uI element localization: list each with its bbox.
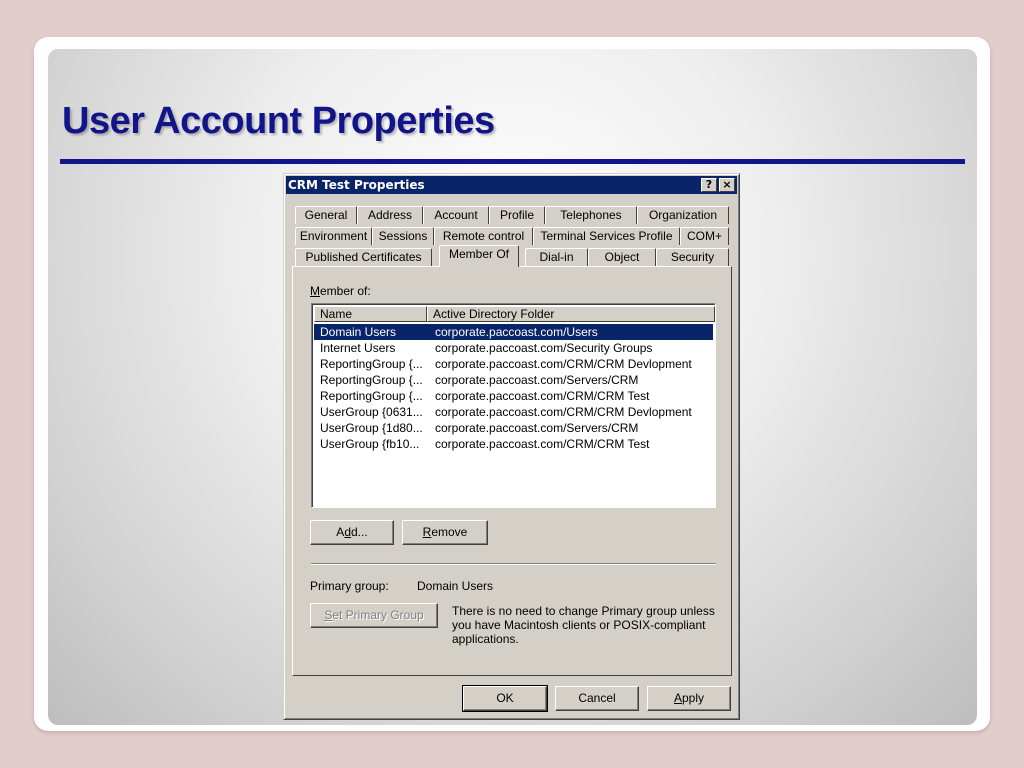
primary-group-note: There is no need to change Primary group… [452, 604, 715, 646]
group-folder: corporate.paccoast.com/CRM/CRM Devlopmen… [435, 405, 692, 419]
tab-dial-in[interactable]: Dial-in [525, 248, 588, 266]
group-name: UserGroup {0631... [320, 405, 423, 419]
list-row[interactable]: Internet Users corporate.paccoast.com/Sec… [314, 340, 713, 356]
group-folder: corporate.paccoast.com/Servers/CRM [435, 373, 639, 387]
group-folder: corporate.paccoast.com/Servers/CRM [435, 421, 639, 435]
tab-terminal-services-profile[interactable]: Terminal Services Profile [533, 227, 680, 245]
list-header: Name Active Directory Folder [314, 306, 715, 322]
group-folder: corporate.paccoast.com/Security Groups [435, 341, 653, 355]
tab-telephones[interactable]: Telephones [545, 206, 637, 224]
tab-member-of[interactable]: Member Of [439, 245, 519, 267]
primary-group-value: Domain Users [417, 579, 494, 593]
ok-button[interactable]: OK [462, 685, 548, 712]
add-button[interactable]: Add... [310, 520, 394, 545]
tab-profile[interactable]: Profile [489, 206, 545, 224]
tab-com-plus[interactable]: COM+ [680, 227, 729, 245]
group-name: ReportingGroup {... [320, 357, 423, 371]
separator [311, 563, 716, 565]
group-folder: corporate.paccoast.com/CRM/CRM Test [435, 389, 650, 403]
list-row[interactable]: ReportingGroup {... corporate.paccoast.co… [314, 388, 713, 404]
group-name: ReportingGroup {... [320, 373, 423, 387]
set-primary-group-button[interactable]: Set Primary Group [310, 603, 438, 628]
cancel-button[interactable]: Cancel [555, 686, 639, 711]
title-underline [60, 159, 965, 164]
group-folder: corporate.paccoast.com/Users [435, 325, 598, 339]
member-of-label: Member of: [310, 284, 371, 298]
slide-title: User Account Properties [62, 100, 495, 142]
tab-address[interactable]: Address [357, 206, 423, 224]
list-row[interactable]: UserGroup {fb10... corporate.paccoast.com… [314, 436, 713, 452]
list-row[interactable]: UserGroup {1d80... corporate.paccoast.com… [314, 420, 713, 436]
group-folder: corporate.paccoast.com/CRM/CRM Devlopmen… [435, 357, 692, 371]
help-button[interactable]: ? [701, 178, 717, 192]
column-header-folder[interactable]: Active Directory Folder [427, 306, 715, 322]
dialog-title: CRM Test Properties [288, 178, 425, 192]
tab-published-certificates[interactable]: Published Certificates [295, 248, 432, 266]
group-folder: corporate.paccoast.com/CRM/CRM Test [435, 437, 650, 451]
tab-remote-control[interactable]: Remote control [434, 227, 533, 245]
close-button[interactable]: × [719, 178, 735, 192]
tab-environment[interactable]: Environment [295, 227, 372, 245]
list-row[interactable]: Domain Users corporate.paccoast.com/Users [314, 324, 713, 340]
primary-group-label: Primary group: [310, 579, 389, 593]
column-header-name[interactable]: Name [314, 306, 427, 322]
tab-sessions[interactable]: Sessions [372, 227, 434, 245]
tab-general[interactable]: General [295, 206, 357, 224]
group-name: ReportingGroup {... [320, 389, 423, 403]
tab-account[interactable]: Account [423, 206, 489, 224]
list-row[interactable]: ReportingGroup {... corporate.paccoast.co… [314, 372, 713, 388]
apply-button[interactable]: Apply [647, 686, 731, 711]
properties-dialog: CRM Test Properties ? × General Address … [283, 173, 740, 720]
group-name: UserGroup {fb10... [320, 437, 420, 451]
group-name: Domain Users [320, 325, 397, 339]
remove-button[interactable]: Remove [402, 520, 488, 545]
tab-security[interactable]: Security [656, 248, 729, 266]
list-row[interactable]: UserGroup {0631... corporate.paccoast.com… [314, 404, 713, 420]
tab-object[interactable]: Object [588, 248, 656, 266]
list-row[interactable]: ReportingGroup {... corporate.paccoast.co… [314, 356, 713, 372]
group-name: Internet Users [320, 341, 396, 355]
tab-organization[interactable]: Organization [637, 206, 729, 224]
group-name: UserGroup {1d80... [320, 421, 423, 435]
dialog-titlebar: CRM Test Properties ? × [286, 176, 737, 194]
member-of-list[interactable]: Name Active Directory Folder Domain User… [311, 303, 716, 508]
